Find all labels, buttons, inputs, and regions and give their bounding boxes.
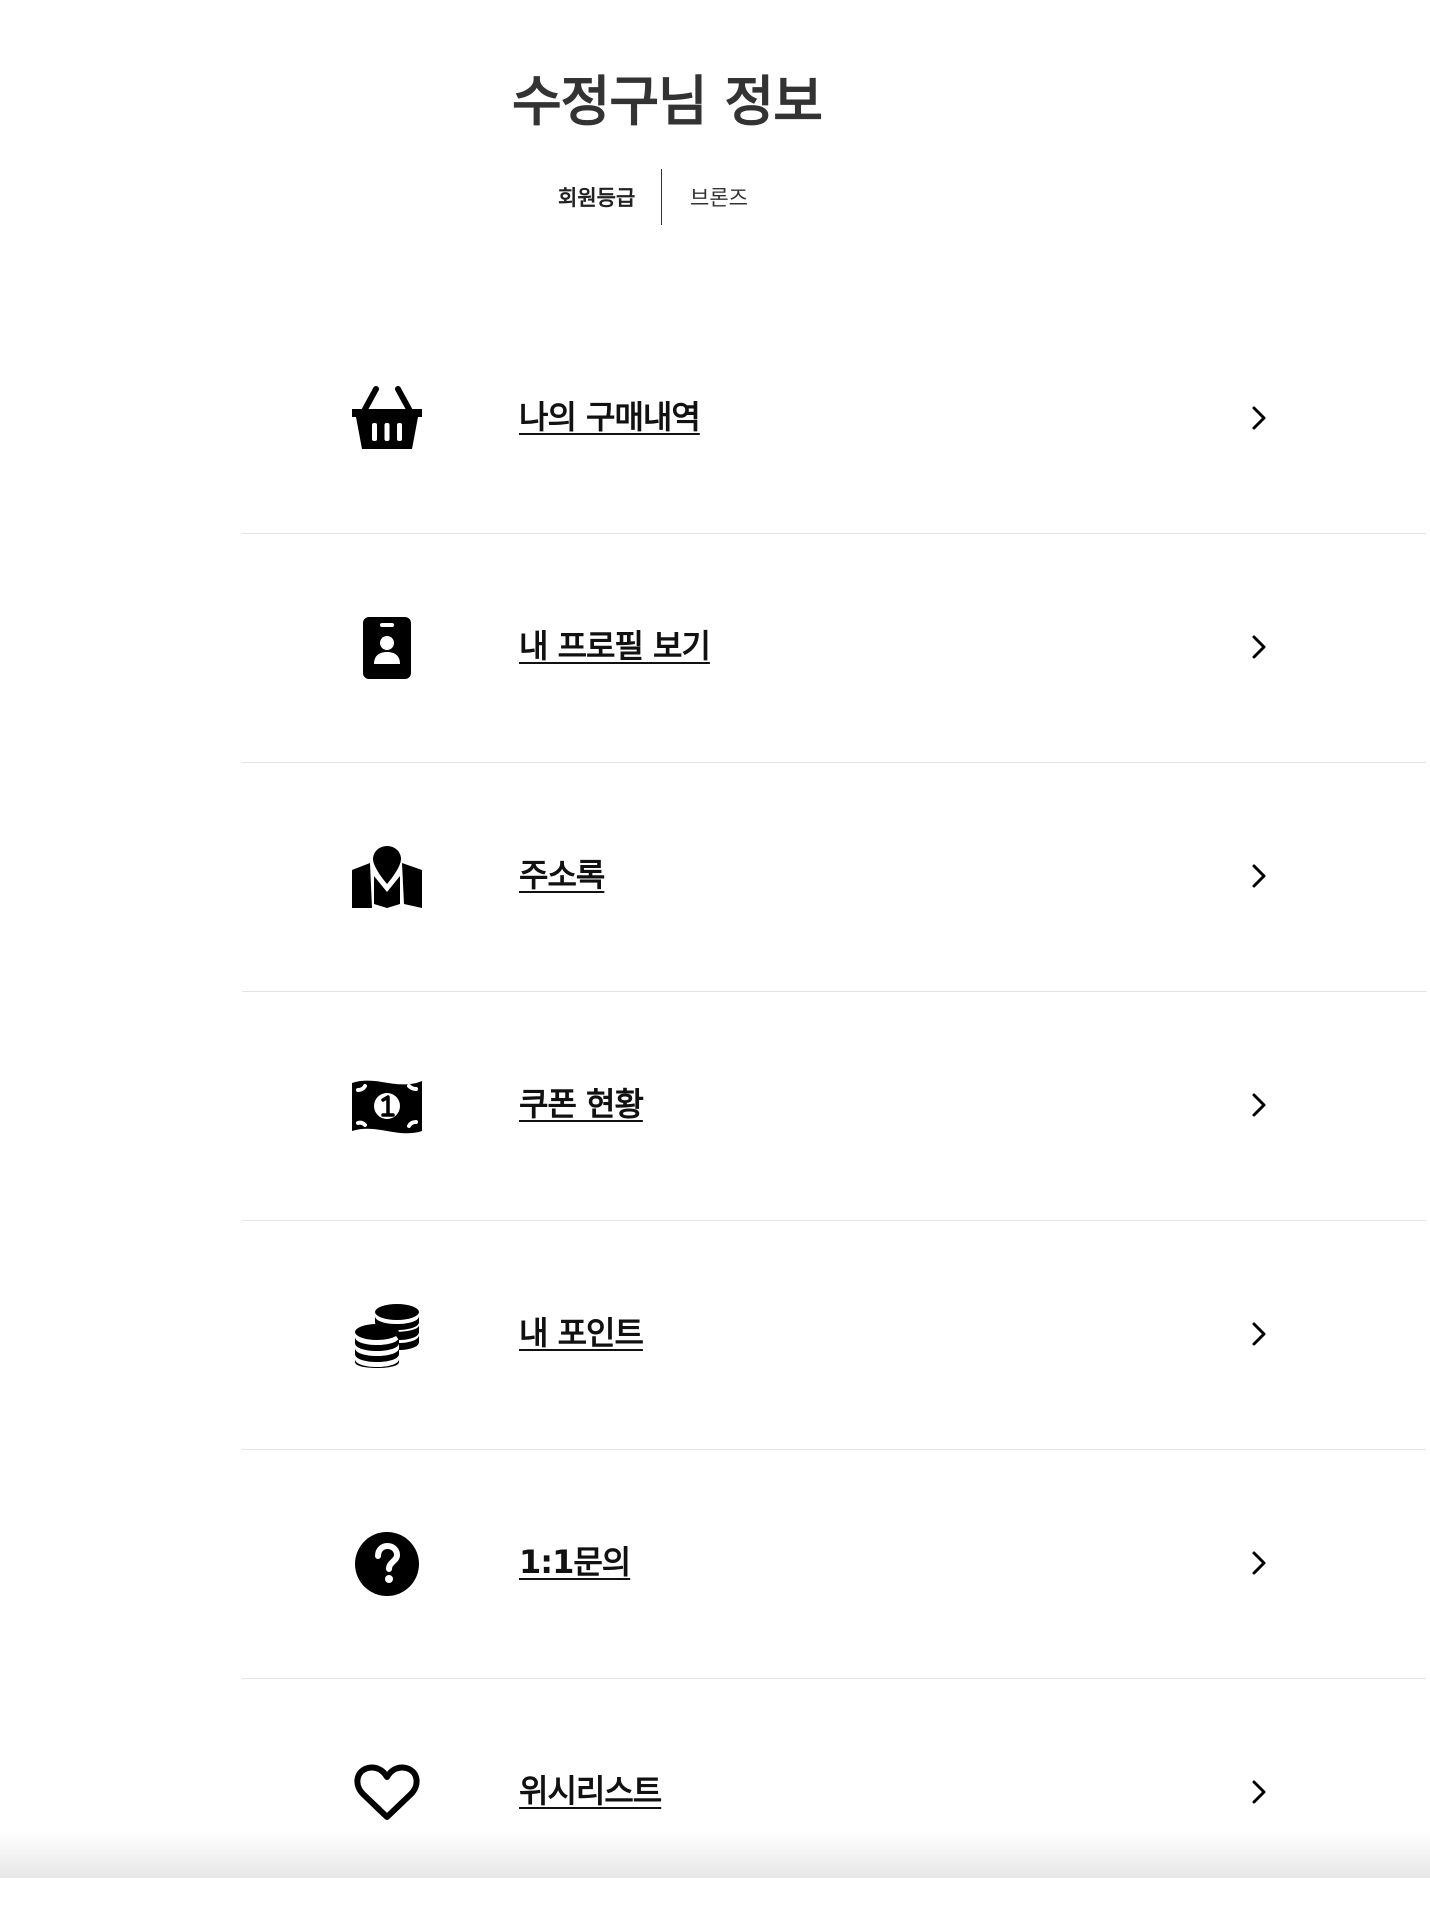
menu-label-inquiry[interactable]: 1:1문의 (519, 1541, 631, 1583)
map-location-icon (347, 837, 427, 917)
chevron-right-icon (1252, 864, 1266, 888)
question-circle-icon (347, 1524, 427, 1604)
heart-outline-icon (347, 1753, 427, 1833)
menu-label-address-book[interactable]: 주소록 (519, 854, 605, 896)
menu-label-purchase-history[interactable]: 나의 구매내역 (519, 396, 701, 438)
chevron-right-icon (1252, 1093, 1266, 1117)
money-bill-icon (347, 1066, 427, 1146)
menu-item-my-points[interactable]: 내 포인트 (242, 1221, 1426, 1450)
menu-item-inquiry[interactable]: 1:1문의 (242, 1450, 1426, 1679)
menu-item-view-profile[interactable]: 내 프로필 보기 (242, 534, 1426, 763)
menu-label-wishlist[interactable]: 위시리스트 (519, 1770, 662, 1812)
menu-item-purchase-history[interactable]: 나의 구매내역 (242, 305, 1426, 534)
menu-label-my-points[interactable]: 내 포인트 (519, 1312, 644, 1354)
coins-icon (347, 1295, 427, 1375)
menu-item-address-book[interactable]: 주소록 (242, 763, 1426, 992)
member-grade-value: 브론즈 (690, 186, 748, 210)
menu-label-view-profile[interactable]: 내 프로필 보기 (519, 625, 711, 667)
id-badge-icon (347, 608, 427, 688)
member-grade-label: 회원등급 (558, 186, 636, 210)
menu-item-coupons[interactable]: 쿠폰 현황 (242, 992, 1426, 1221)
page-title: 수정구님 정보 (512, 70, 823, 133)
chevron-right-icon (1252, 1322, 1266, 1346)
chevron-right-icon (1252, 406, 1266, 430)
shopping-basket-icon (347, 379, 427, 459)
grade-divider (661, 169, 662, 225)
menu-label-coupons[interactable]: 쿠폰 현황 (519, 1083, 644, 1125)
menu-item-wishlist[interactable]: 위시리스트 (242, 1679, 1426, 1907)
chevron-right-icon (1252, 1780, 1266, 1804)
account-menu-list: 나의 구매내역 내 프로필 보기 주소록 쿠폰 현황 내 포인트 1:1문의 위… (242, 305, 1426, 1907)
chevron-right-icon (1252, 1551, 1266, 1575)
chevron-right-icon (1252, 635, 1266, 659)
member-grade: 회원등급 브론즈 (520, 169, 920, 225)
